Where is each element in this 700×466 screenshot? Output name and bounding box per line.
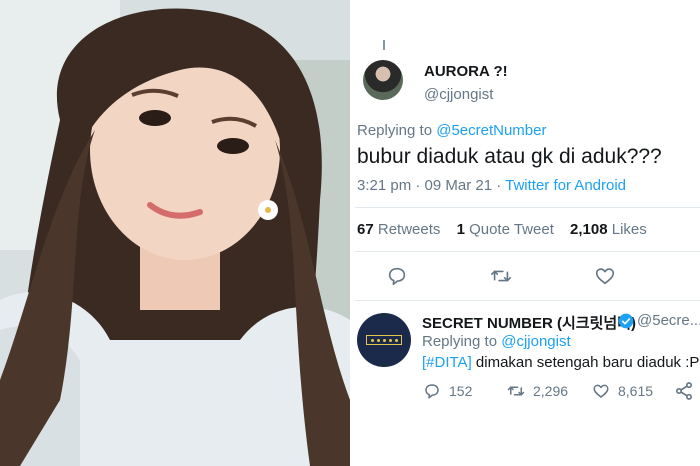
reply-replying-to-line: Replying to @cjjongist [422,333,571,350]
secret-number-logo [366,335,402,345]
like-count: 8,615 [618,383,654,399]
share-icon[interactable] [674,381,694,401]
reply-author-handle[interactable]: @5ecre... [637,312,700,329]
reply-icon[interactable] [386,265,408,287]
reply-text-body: dimakan setengah baru diaduk :P [471,354,700,371]
divider [355,251,700,252]
hashtag-link[interactable]: [#DITA] [422,354,472,371]
replying-to-label: Replying to [357,122,437,139]
reply-replying-to-mention-link[interactable]: @cjjongist [501,333,570,350]
retweet-icon[interactable] [490,265,512,287]
retweet-count: 2,296 [533,383,569,399]
like-icon [593,384,609,398]
retweet-icon [507,386,525,396]
quote-tweets-stat[interactable]: 1 Quote Tweet [457,221,554,238]
tweet-source-link[interactable]: Twitter for Android [505,177,626,194]
tweet-stats: 67 Retweets 1 Quote Tweet 2,108 Likes [357,221,647,238]
like-icon[interactable] [594,265,616,287]
reply-reply-action[interactable]: 152 [423,381,472,401]
tweet-text: bubur diaduk atau gk di aduk??? [357,145,662,168]
tweet-meta: 3:21 pm · 09 Mar 21 · Twitter for Androi… [357,177,626,194]
reply-author-display-name[interactable]: SECRET NUMBER (시크릿넘버) [422,312,636,333]
verified-badge-icon [618,313,634,329]
reply-retweet-action[interactable]: 2,296 [507,381,568,401]
likes-stat[interactable]: 2,108 Likes [570,221,647,238]
author-handle[interactable]: @cjjongist [424,86,493,103]
reply-count: 152 [449,383,473,399]
author-display-name[interactable]: AURORA ?! [424,63,508,80]
reply-replying-to-label: Replying to [422,333,502,350]
reply-tweet-text: [#DITA] dimakan setengah baru diaduk :P [422,354,699,371]
reply-icon [425,384,439,399]
replying-to-line: Replying to @5ecretNumber [357,122,547,139]
tweet-timestamp: 3:21 pm · 09 Mar 21 · [357,177,506,194]
thread-connector-line [383,40,385,50]
divider [355,300,700,301]
author-avatar[interactable] [363,60,403,100]
replying-to-mention-link[interactable]: @5ecretNumber [436,122,546,139]
secret-number-avatar[interactable] [357,313,411,367]
retweets-stat[interactable]: 67 Retweets [357,221,440,238]
reply-like-action[interactable]: 8,615 [592,381,653,401]
selfie-photo [0,0,350,466]
divider [355,207,700,208]
